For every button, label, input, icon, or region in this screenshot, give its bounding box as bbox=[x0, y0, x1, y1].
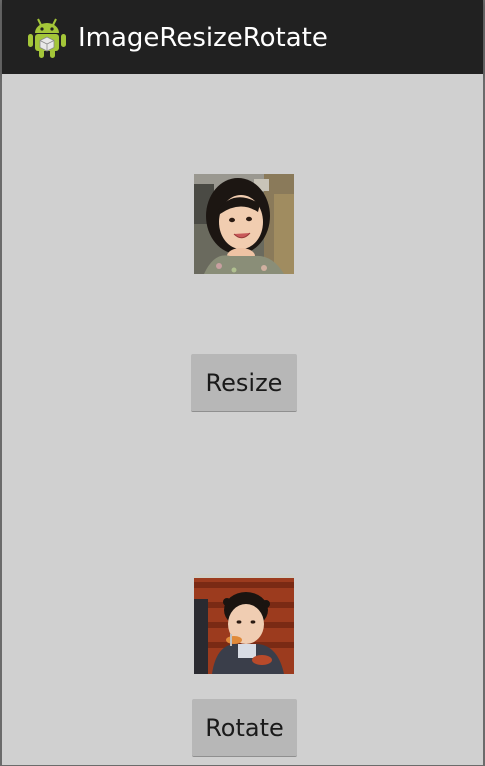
main-content: Resize Rotate bbox=[2, 74, 483, 765]
android-robot-icon[interactable] bbox=[27, 17, 67, 59]
resize-button[interactable]: Resize bbox=[191, 354, 297, 412]
rotate-button[interactable]: Rotate bbox=[192, 699, 297, 757]
resized-photo bbox=[194, 174, 294, 274]
app-window: ImageResizeRotate Resize Rotate bbox=[0, 0, 485, 766]
app-title: ImageResizeRotate bbox=[78, 23, 328, 53]
rotated-photo bbox=[194, 574, 294, 674]
action-bar: ImageResizeRotate bbox=[2, 0, 483, 74]
